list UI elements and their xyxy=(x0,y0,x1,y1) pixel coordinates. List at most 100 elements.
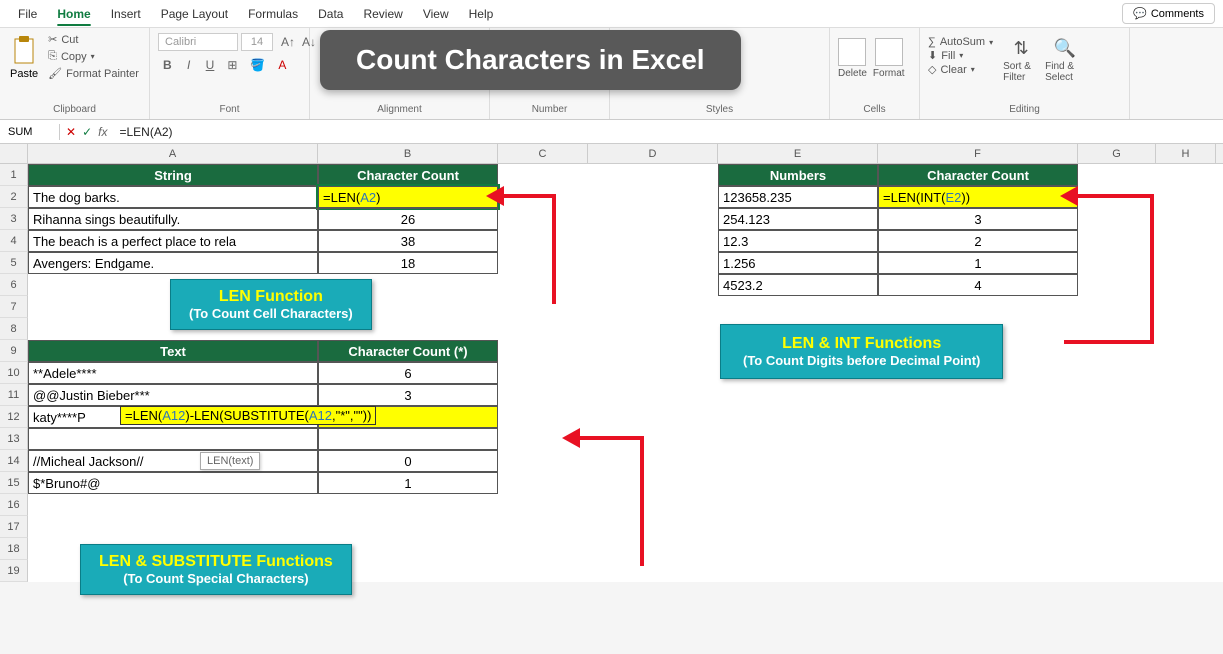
cell-E14[interactable] xyxy=(718,450,878,472)
cell-E16[interactable] xyxy=(718,494,878,516)
cell-D16[interactable] xyxy=(588,494,718,516)
delete-button[interactable]: Delete xyxy=(838,38,867,79)
formula-input[interactable]: =LEN(A2) xyxy=(113,123,1223,141)
cell-A14[interactable]: //Micheal Jackson// xyxy=(28,450,318,472)
cell-F5[interactable]: 1 xyxy=(878,252,1078,274)
cell-G7[interactable] xyxy=(1078,296,1156,318)
menu-page-layout[interactable]: Page Layout xyxy=(151,3,238,25)
cell-G3[interactable] xyxy=(1078,208,1156,230)
format-painter-button[interactable]: 🖌Format Painter xyxy=(46,66,141,81)
menu-review[interactable]: Review xyxy=(353,3,412,25)
increase-font-icon[interactable]: A↑ xyxy=(276,32,294,52)
menu-help[interactable]: Help xyxy=(459,3,504,25)
italic-button[interactable]: I xyxy=(180,55,198,75)
cell-C7[interactable] xyxy=(498,296,588,318)
borders-button[interactable]: ⊞ xyxy=(222,55,242,75)
cell-A17[interactable] xyxy=(28,516,318,538)
font-name-input[interactable] xyxy=(158,33,238,51)
cell-B14[interactable]: 0 xyxy=(318,450,498,472)
cell-F4[interactable]: 2 xyxy=(878,230,1078,252)
cell-C6[interactable] xyxy=(498,274,588,296)
cell-D8[interactable] xyxy=(588,318,718,340)
cell-E1[interactable]: Numbers xyxy=(718,164,878,186)
cell-B17[interactable] xyxy=(318,516,498,538)
cell-F16[interactable] xyxy=(878,494,1078,516)
cell-F3[interactable]: 3 xyxy=(878,208,1078,230)
clear-button[interactable]: ◇Clear▾ xyxy=(928,63,993,76)
col-header-a[interactable]: A xyxy=(28,144,318,163)
menu-home[interactable]: Home xyxy=(47,3,100,25)
cell-C16[interactable] xyxy=(498,494,588,516)
cell-C12[interactable] xyxy=(498,406,588,428)
cell-A3[interactable]: Rihanna sings beautifully. xyxy=(28,208,318,230)
cell-C15[interactable] xyxy=(498,472,588,494)
cell-G1[interactable] xyxy=(1078,164,1156,186)
cell-C11[interactable] xyxy=(498,384,588,406)
cell-B16[interactable] xyxy=(318,494,498,516)
cell-E17[interactable] xyxy=(718,516,878,538)
copy-button[interactable]: ⎘Copy▾ xyxy=(46,49,141,64)
cell-D3[interactable] xyxy=(588,208,718,230)
fx-icon[interactable]: fx xyxy=(98,125,107,139)
cell-F18[interactable] xyxy=(878,538,1078,560)
cell-E3[interactable]: 254.123 xyxy=(718,208,878,230)
cell-G6[interactable] xyxy=(1078,274,1156,296)
cell-H2[interactable] xyxy=(1156,186,1216,208)
cell-E2[interactable]: 123658.235 xyxy=(718,186,878,208)
cell-H6[interactable] xyxy=(1156,274,1216,296)
cell-A1[interactable]: String xyxy=(28,164,318,186)
cell-B10[interactable]: 6 xyxy=(318,362,498,384)
format-button[interactable]: Format xyxy=(873,38,905,79)
bold-button[interactable]: B xyxy=(158,55,177,75)
cell-E13[interactable] xyxy=(718,428,878,450)
cell-D9[interactable] xyxy=(588,340,718,362)
cell-G11[interactable] xyxy=(1078,384,1156,406)
cell-C9[interactable] xyxy=(498,340,588,362)
row-header[interactable]: 15 xyxy=(0,472,28,494)
cell-F17[interactable] xyxy=(878,516,1078,538)
cell-B1[interactable]: Character Count xyxy=(318,164,498,186)
row-header[interactable]: 3 xyxy=(0,208,28,230)
row-header[interactable]: 16 xyxy=(0,494,28,516)
cell-D4[interactable] xyxy=(588,230,718,252)
menu-insert[interactable]: Insert xyxy=(101,3,151,25)
cell-A15[interactable]: $*Bruno#@ xyxy=(28,472,318,494)
cell-A5[interactable]: Avengers: Endgame. xyxy=(28,252,318,274)
cell-F2[interactable]: =LEN(INT(E2)) xyxy=(878,186,1078,208)
cell-H19[interactable] xyxy=(1156,560,1216,582)
cell-C4[interactable] xyxy=(498,230,588,252)
cell-A9[interactable]: Text xyxy=(28,340,318,362)
cell-B13[interactable] xyxy=(318,428,498,450)
cell-H14[interactable] xyxy=(1156,450,1216,472)
cut-button[interactable]: ✂Cut xyxy=(46,32,141,47)
cell-D5[interactable] xyxy=(588,252,718,274)
cell-H18[interactable] xyxy=(1156,538,1216,560)
cell-G10[interactable] xyxy=(1078,362,1156,384)
autosum-button[interactable]: ∑AutoSum▾ xyxy=(928,36,993,48)
col-header-h[interactable]: H xyxy=(1156,144,1216,163)
cell-D2[interactable] xyxy=(588,186,718,208)
row-header[interactable]: 18 xyxy=(0,538,28,560)
cell-G19[interactable] xyxy=(1078,560,1156,582)
menu-file[interactable]: File xyxy=(8,3,47,25)
font-size-input[interactable] xyxy=(241,33,273,51)
find-select-button[interactable]: 🔍 Find & Select xyxy=(1045,38,1085,83)
cell-G16[interactable] xyxy=(1078,494,1156,516)
select-all-corner[interactable] xyxy=(0,144,28,163)
formula-overflow[interactable]: =LEN(A12)-LEN(SUBSTITUTE(A12,"*","")) xyxy=(120,406,376,425)
row-header[interactable]: 4 xyxy=(0,230,28,252)
cell-H15[interactable] xyxy=(1156,472,1216,494)
cell-E4[interactable]: 12.3 xyxy=(718,230,878,252)
cell-D12[interactable] xyxy=(588,406,718,428)
cell-B3[interactable]: 26 xyxy=(318,208,498,230)
cell-H17[interactable] xyxy=(1156,516,1216,538)
cell-E19[interactable] xyxy=(718,560,878,582)
name-box[interactable]: SUM xyxy=(0,124,60,140)
col-header-e[interactable]: E xyxy=(718,144,878,163)
cell-H7[interactable] xyxy=(1156,296,1216,318)
cell-C10[interactable] xyxy=(498,362,588,384)
row-header[interactable]: 11 xyxy=(0,384,28,406)
row-header[interactable]: 7 xyxy=(0,296,28,318)
cell-E18[interactable] xyxy=(718,538,878,560)
cell-H5[interactable] xyxy=(1156,252,1216,274)
